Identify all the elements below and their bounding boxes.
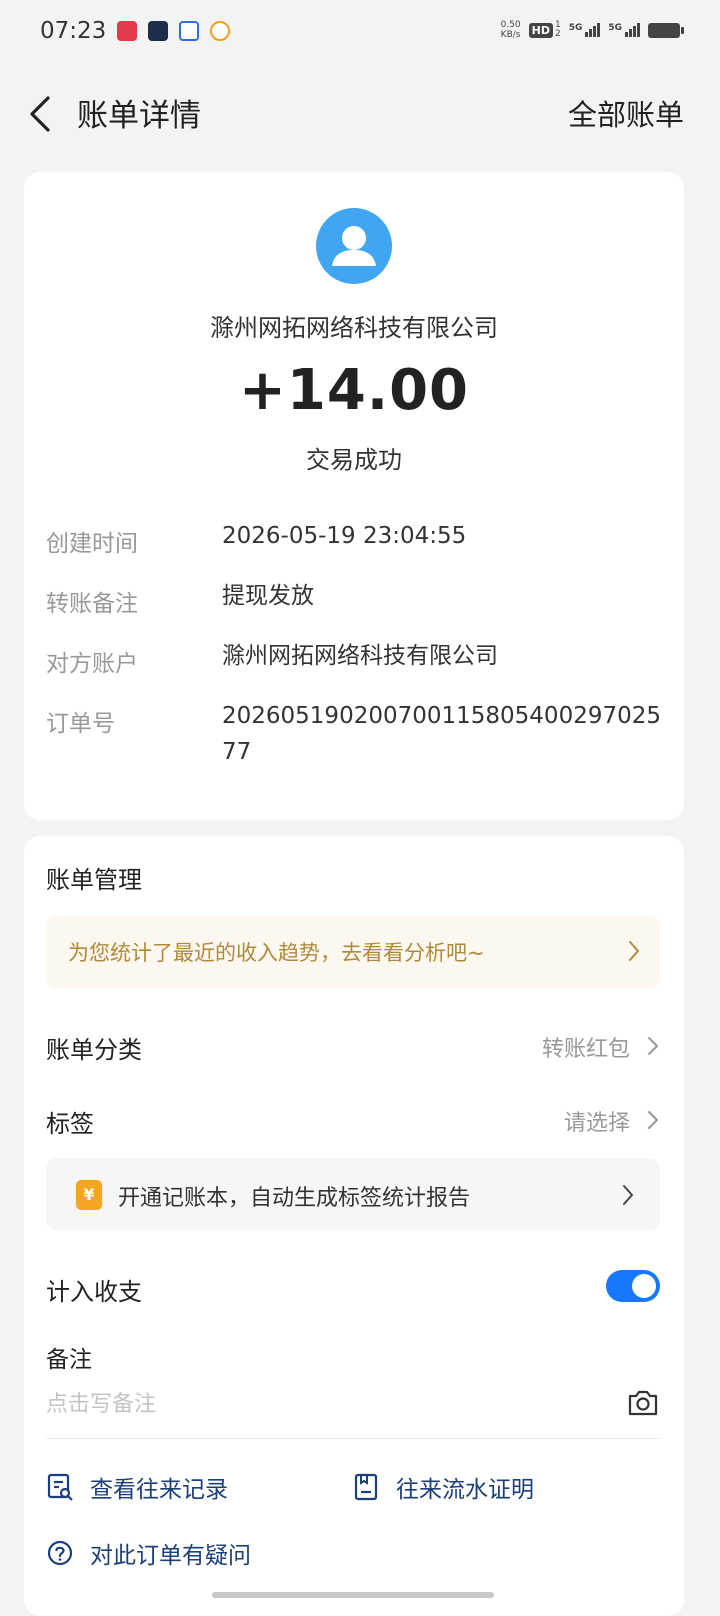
camera-icon <box>628 1390 658 1416</box>
paw-app-icon <box>179 21 199 41</box>
income-trend-banner[interactable]: 为您统计了最近的收入趋势，去看看分析吧~ <box>46 916 660 988</box>
home-indicator[interactable] <box>212 1592 494 1598</box>
merchant-name: 滁州网拓网络科技有限公司 <box>210 314 498 342</box>
network-speed: 0.50 KB/s <box>501 20 521 40</box>
user-icon <box>332 226 376 266</box>
records-search-icon <box>47 1473 73 1501</box>
hd-label: HD <box>528 22 553 38</box>
app-notification-icon <box>117 21 137 41</box>
detail-label: 创建时间 <box>46 531 138 557</box>
status-time: 07:23 <box>40 18 107 44</box>
view-records-label: 查看往来记录 <box>90 1477 228 1503</box>
chevron-right-icon <box>648 1111 658 1129</box>
divider <box>46 1438 660 1439</box>
camera-button[interactable] <box>626 1386 660 1420</box>
hd-icon: HD 1 2 <box>528 21 561 39</box>
count-in-balance-toggle[interactable] <box>606 1270 660 1302</box>
toggle-knob <box>632 1274 656 1298</box>
signal-icon-sim1: 5G <box>569 23 601 37</box>
tag-row[interactable]: 标签 请选择 <box>46 1094 660 1144</box>
notification-icons <box>117 21 230 41</box>
promo-text: 为您统计了最近的收入趋势，去看看分析吧~ <box>68 941 485 965</box>
ledger-text: 开通记账本，自动生成标签统计报告 <box>118 1186 471 1211</box>
order-question-label: 对此订单有疑问 <box>90 1543 251 1569</box>
status-bar: 07:23 0.50 KB/s HD 1 2 5G 5G <box>0 0 720 70</box>
browser-app-icon <box>210 21 230 41</box>
status-right: 0.50 KB/s HD 1 2 5G 5G <box>501 20 684 40</box>
chevron-right-icon <box>648 1037 658 1055</box>
network-speed-value: 0.50 <box>500 20 521 30</box>
tag-value: 请选择 <box>563 1111 630 1136</box>
count-label: 计入收支 <box>46 1278 142 1306</box>
document-proof-icon <box>354 1473 378 1501</box>
note-input[interactable] <box>46 1386 606 1422</box>
order-number-value[interactable]: 20260519020070011580540029702577 <box>222 698 664 770</box>
count-in-balance-row: 计入收支 <box>46 1262 660 1312</box>
detail-value: 提现发放 <box>222 583 314 609</box>
chevron-left-icon <box>30 96 50 132</box>
hd-sims: 1 2 <box>555 21 561 39</box>
view-records-link[interactable]: 查看往来记录 <box>46 1470 228 1504</box>
detail-value: 滁州网拓网络科技有限公司 <box>222 643 498 669</box>
order-question-link[interactable]: 对此订单有疑问 <box>46 1536 251 1570</box>
chevron-right-icon <box>629 941 639 961</box>
page-title: 账单详情 <box>77 98 201 134</box>
category-label: 账单分类 <box>46 1036 142 1064</box>
signal-label-sim2: 5G <box>608 23 622 33</box>
hd-sim-2: 2 <box>554 29 561 39</box>
back-button[interactable] <box>22 92 62 136</box>
open-ledger-banner[interactable]: ¥ 开通记账本，自动生成标签统计报告 <box>46 1158 660 1230</box>
bill-management-card: 账单管理 为您统计了最近的收入趋势，去看看分析吧~ 账单分类 转账红包 标签 请… <box>24 836 684 1616</box>
transaction-amount: +14.00 <box>238 358 470 423</box>
question-icon <box>47 1540 73 1566</box>
network-speed-unit: KB/s <box>500 30 521 40</box>
transaction-card: 滁州网拓网络科技有限公司 +14.00 交易成功 创建时间 2026-05-19… <box>24 172 684 820</box>
transaction-status: 交易成功 <box>306 446 402 474</box>
top-nav: 账单详情 全部账单 <box>0 70 720 160</box>
tag-label: 标签 <box>46 1110 94 1138</box>
bill-category-row[interactable]: 账单分类 转账红包 <box>46 1020 660 1070</box>
battery-icon <box>648 22 684 38</box>
avatar <box>316 208 392 284</box>
all-bills-link[interactable]: 全部账单 <box>568 92 684 134</box>
detail-value: 2026-05-19 23:04:55 <box>222 523 467 549</box>
ledger-yen-icon: ¥ <box>76 1180 102 1210</box>
signal-label-sim1: 5G <box>568 23 583 33</box>
detail-label: 对方账户 <box>46 651 138 677</box>
detail-label: 订单号 <box>46 711 115 737</box>
category-value: 转账红包 <box>541 1037 630 1062</box>
note-label: 备注 <box>46 1347 92 1373</box>
signal-icon-sim2: 5G <box>608 23 640 37</box>
detail-label: 转账备注 <box>46 591 138 617</box>
video-app-icon <box>148 21 168 41</box>
transaction-proof-label: 往来流水证明 <box>396 1477 534 1503</box>
section-title: 账单管理 <box>46 866 142 894</box>
chevron-right-icon <box>623 1185 633 1205</box>
transaction-proof-link[interactable]: 往来流水证明 <box>352 1470 534 1504</box>
